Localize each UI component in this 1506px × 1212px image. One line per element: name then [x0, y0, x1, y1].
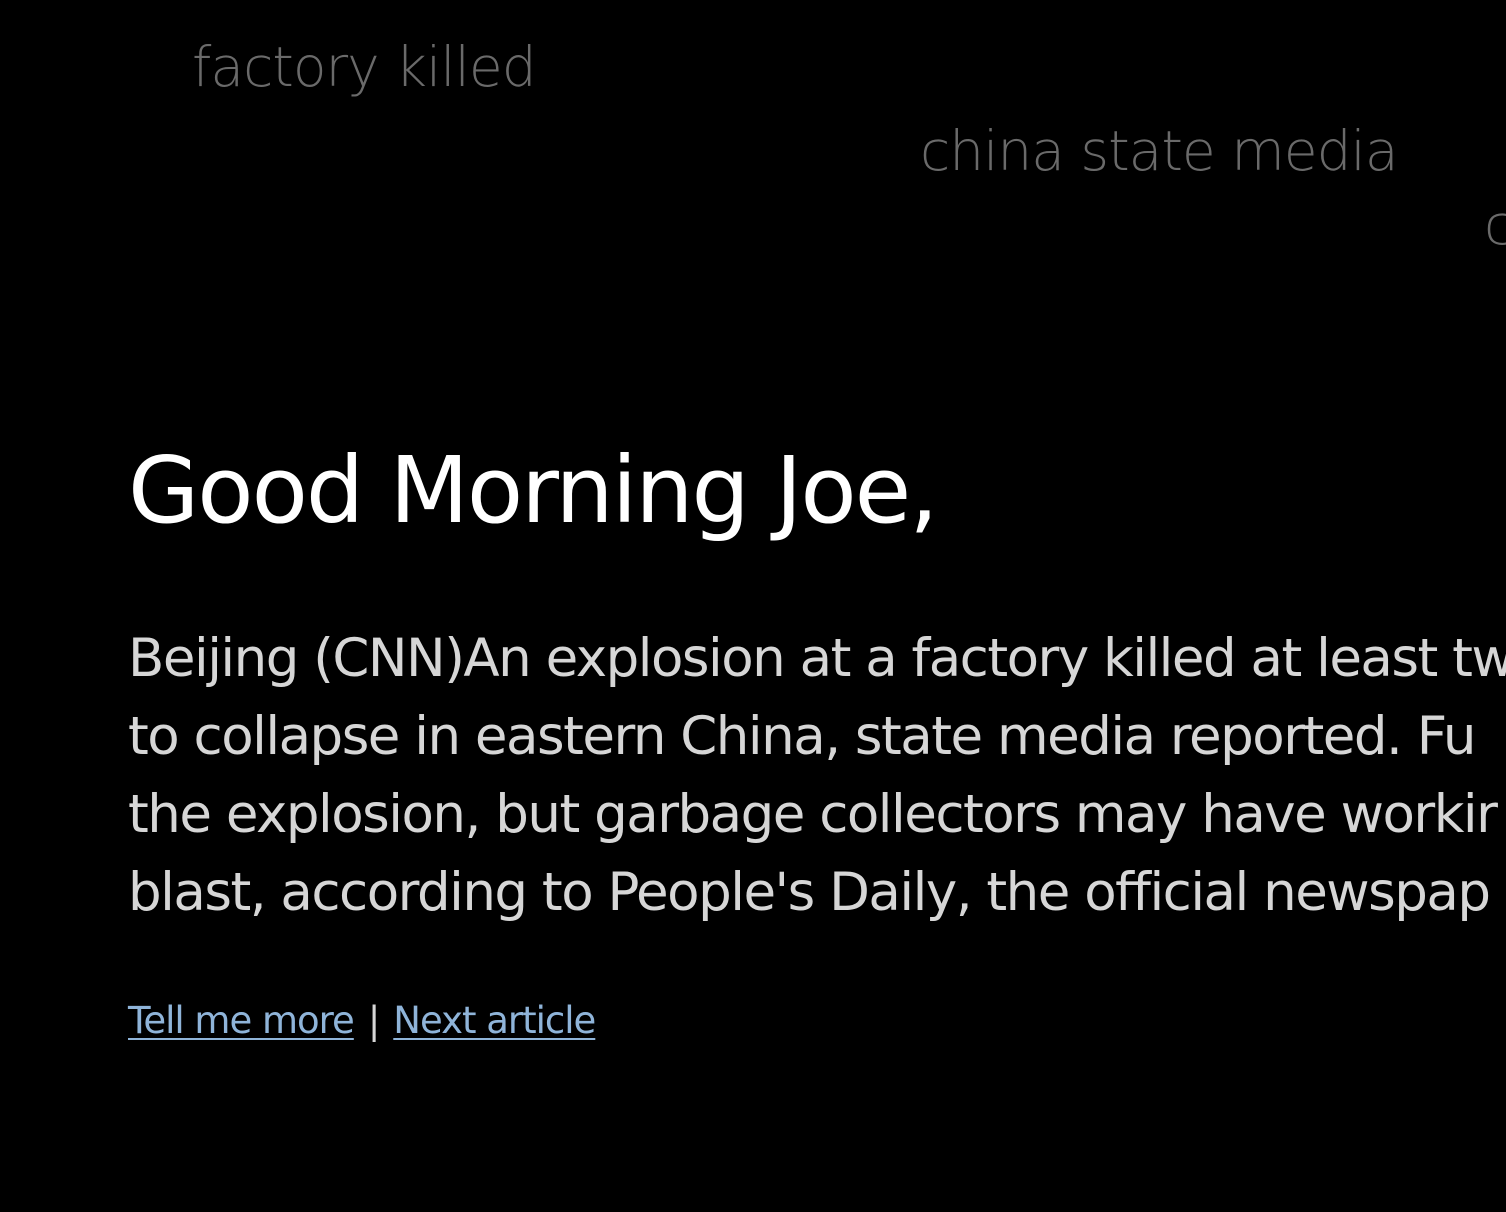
next-article-link[interactable]: Next article: [393, 999, 596, 1042]
link-separator: |: [367, 999, 381, 1042]
keyword-phrase: factory killed: [192, 35, 537, 99]
article-summary-line: blast, according to People's Daily, the …: [128, 862, 1491, 923]
article-actions: Tell me more | Next article: [128, 998, 596, 1044]
article-summary-line: Beijing (CNN)An explosion at a factory k…: [128, 628, 1506, 689]
greeting-heading: Good Morning Joe,: [128, 437, 938, 544]
keyword-phrase: c: [1484, 193, 1506, 257]
article-summary-line: to collapse in eastern China, state medi…: [128, 706, 1476, 767]
article-summary-line: the explosion, but garbage collectors ma…: [128, 784, 1498, 845]
article-summary: Beijing (CNN)An explosion at a factory k…: [128, 620, 1506, 940]
tell-me-more-link[interactable]: Tell me more: [128, 999, 355, 1042]
news-briefing-screen: factory killed china state media c Good …: [0, 0, 1506, 1212]
keyword-phrase: china state media: [920, 119, 1399, 183]
